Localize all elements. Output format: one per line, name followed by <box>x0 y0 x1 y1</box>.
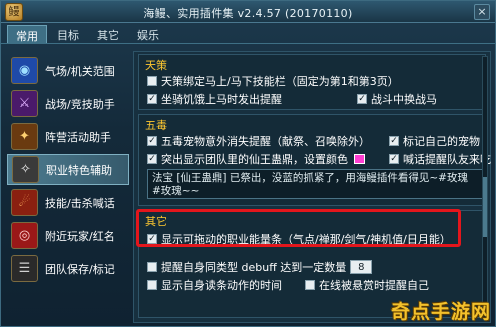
debuff-count-input[interactable]: 8 <box>350 260 373 274</box>
sidebar-item-label: 职业特色辅助 <box>46 163 112 177</box>
sidebar-item-label: 技能/击杀喊话 <box>45 196 115 210</box>
settings-panel: 天策 天策绑定马上/马下技能栏（固定为第1和第3页） ✓ 坐骑饥饿上马时发出提醒… <box>133 51 491 323</box>
sidebar-item-nearby[interactable]: ◎ 附近玩家/红名 <box>7 220 129 251</box>
option-row[interactable]: 天策绑定马上/马下技能栏（固定为第1和第3页） <box>147 73 399 89</box>
tab-divider <box>1 43 495 44</box>
checkbox[interactable] <box>305 280 315 290</box>
nearby-player-icon: ◎ <box>11 222 38 249</box>
tab-bar: 常用 目标 其它 娱乐 <box>7 25 169 43</box>
sidebar-item-team[interactable]: ☰ 团队保存/标记 <box>7 253 129 284</box>
checkbox[interactable]: ✓ <box>389 154 399 164</box>
checkbox[interactable] <box>147 280 157 290</box>
sidebar-item-label: 附近玩家/红名 <box>45 229 115 243</box>
plugin-window: 鳗 海鳗、实用插件集 v2.4.57 (20170110) × 常用 目标 其它… <box>0 0 496 327</box>
sidebar-item-label: 阵营活动助手 <box>45 130 111 144</box>
option-row[interactable]: ✓ 坐骑饥饿上马时发出提醒 <box>147 91 282 107</box>
option-row[interactable]: ✓ 突出显示团队里的仙王蛊鼎，设置颜色 <box>147 151 365 167</box>
aura-icon: ◉ <box>11 57 38 84</box>
option-row[interactable]: ✓ 喊话提醒队友来吃 <box>389 151 491 167</box>
sidebar-item-faction[interactable]: ✦ 阵营活动助手 <box>7 121 129 152</box>
section-tiance: 天策 天策绑定马上/马下技能栏（固定为第1和第3页） ✓ 坐骑饥饿上马时发出提醒… <box>138 54 486 110</box>
watermark-logo: 奇点手游网 <box>390 301 491 323</box>
checkbox[interactable]: ✓ <box>147 154 157 164</box>
checkbox[interactable] <box>147 76 157 86</box>
sidebar-item-aura[interactable]: ◉ 气场/机关范围 <box>7 55 129 86</box>
tab-target[interactable]: 目标 <box>49 25 87 43</box>
scrollbar-thumb[interactable] <box>483 177 487 237</box>
option-label: 提醒自身同类型 debuff 达到一定数量 <box>161 261 347 274</box>
option-label: 在线被悬赏时提醒自己 <box>319 279 429 292</box>
window-title: 海鳗、实用插件集 v2.4.57 (20170110) <box>143 7 353 20</box>
option-row[interactable]: ✓ 标记自己的宠物 <box>389 133 480 149</box>
sidebar-item-battlefield[interactable]: ⚔ 战场/竞技助手 <box>7 88 129 119</box>
team-icon: ☰ <box>11 255 38 282</box>
tab-other[interactable]: 其它 <box>89 25 127 43</box>
section-title: 五毒 <box>145 119 167 132</box>
battlefield-icon: ⚔ <box>11 90 38 117</box>
option-label: 标记自己的宠物 <box>403 135 480 148</box>
sidebar-item-label: 气场/机关范围 <box>45 64 115 78</box>
title-bar[interactable]: 鳗 海鳗、实用插件集 v2.4.57 (20170110) × <box>1 1 495 23</box>
sidebar: ◉ 气场/机关范围 ⚔ 战场/竞技助手 ✦ 阵营活动助手 ✧ 职业特色辅助 ☄ … <box>7 55 129 286</box>
checkbox[interactable]: ✓ <box>147 136 157 146</box>
faction-icon: ✦ <box>11 123 38 150</box>
checkbox[interactable]: ✓ <box>357 94 367 104</box>
section-title: 天策 <box>145 59 167 72</box>
checkbox[interactable] <box>147 262 157 272</box>
option-row[interactable]: ✓ 战斗中换战马 <box>357 91 437 107</box>
profession-icon: ✧ <box>12 156 39 183</box>
option-label: 喊话提醒队友来吃 <box>403 153 491 166</box>
sidebar-item-label: 战场/竞技助手 <box>45 97 115 111</box>
message-textarea[interactable]: 法宝 [仙王蛊鼎] 已祭出，没蓝的抓紧了，用海鳗插件看得见~#玫瑰 #玫瑰~~ <box>147 169 483 199</box>
option-row[interactable]: 在线被悬赏时提醒自己 <box>305 277 429 293</box>
sidebar-item-profession[interactable]: ✧ 职业特色辅助 <box>7 154 129 185</box>
scrollbar[interactable] <box>482 56 488 318</box>
option-label: 突出显示团队里的仙王蛊鼎，设置颜色 <box>161 153 348 166</box>
tab-common[interactable]: 常用 <box>7 25 47 43</box>
option-label: 坐骑饥饿上马时发出提醒 <box>161 93 282 106</box>
option-label: 五毒宠物意外消失提醒（献祭、召唤除外） <box>161 135 370 148</box>
option-label: 显示自身读条动作的时间 <box>161 279 282 292</box>
tab-entertainment[interactable]: 娱乐 <box>129 25 167 43</box>
checkbox[interactable]: ✓ <box>389 136 399 146</box>
section-wudu: 五毒 ✓ 五毒宠物意外消失提醒（献祭、召唤除外） ✓ 标记自己的宠物 ✓ 突出显… <box>138 114 491 206</box>
highlight-box <box>136 209 461 247</box>
option-label: 战斗中换战马 <box>371 93 437 106</box>
option-label: 天策绑定马上/马下技能栏（固定为第1和第3页） <box>161 75 399 88</box>
sidebar-item-skill[interactable]: ☄ 技能/击杀喊话 <box>7 187 129 218</box>
option-row[interactable]: 显示自身读条动作的时间 <box>147 277 282 293</box>
skill-icon: ☄ <box>11 189 38 216</box>
option-row[interactable]: 提醒自身同类型 debuff 达到一定数量 8 <box>147 259 376 275</box>
color-picker[interactable] <box>354 154 365 164</box>
sidebar-item-label: 团队保存/标记 <box>45 262 115 276</box>
option-row[interactable]: ✓ 五毒宠物意外消失提醒（献祭、召唤除外） <box>147 133 370 149</box>
checkbox[interactable]: ✓ <box>147 94 157 104</box>
close-button[interactable]: × <box>474 4 490 20</box>
